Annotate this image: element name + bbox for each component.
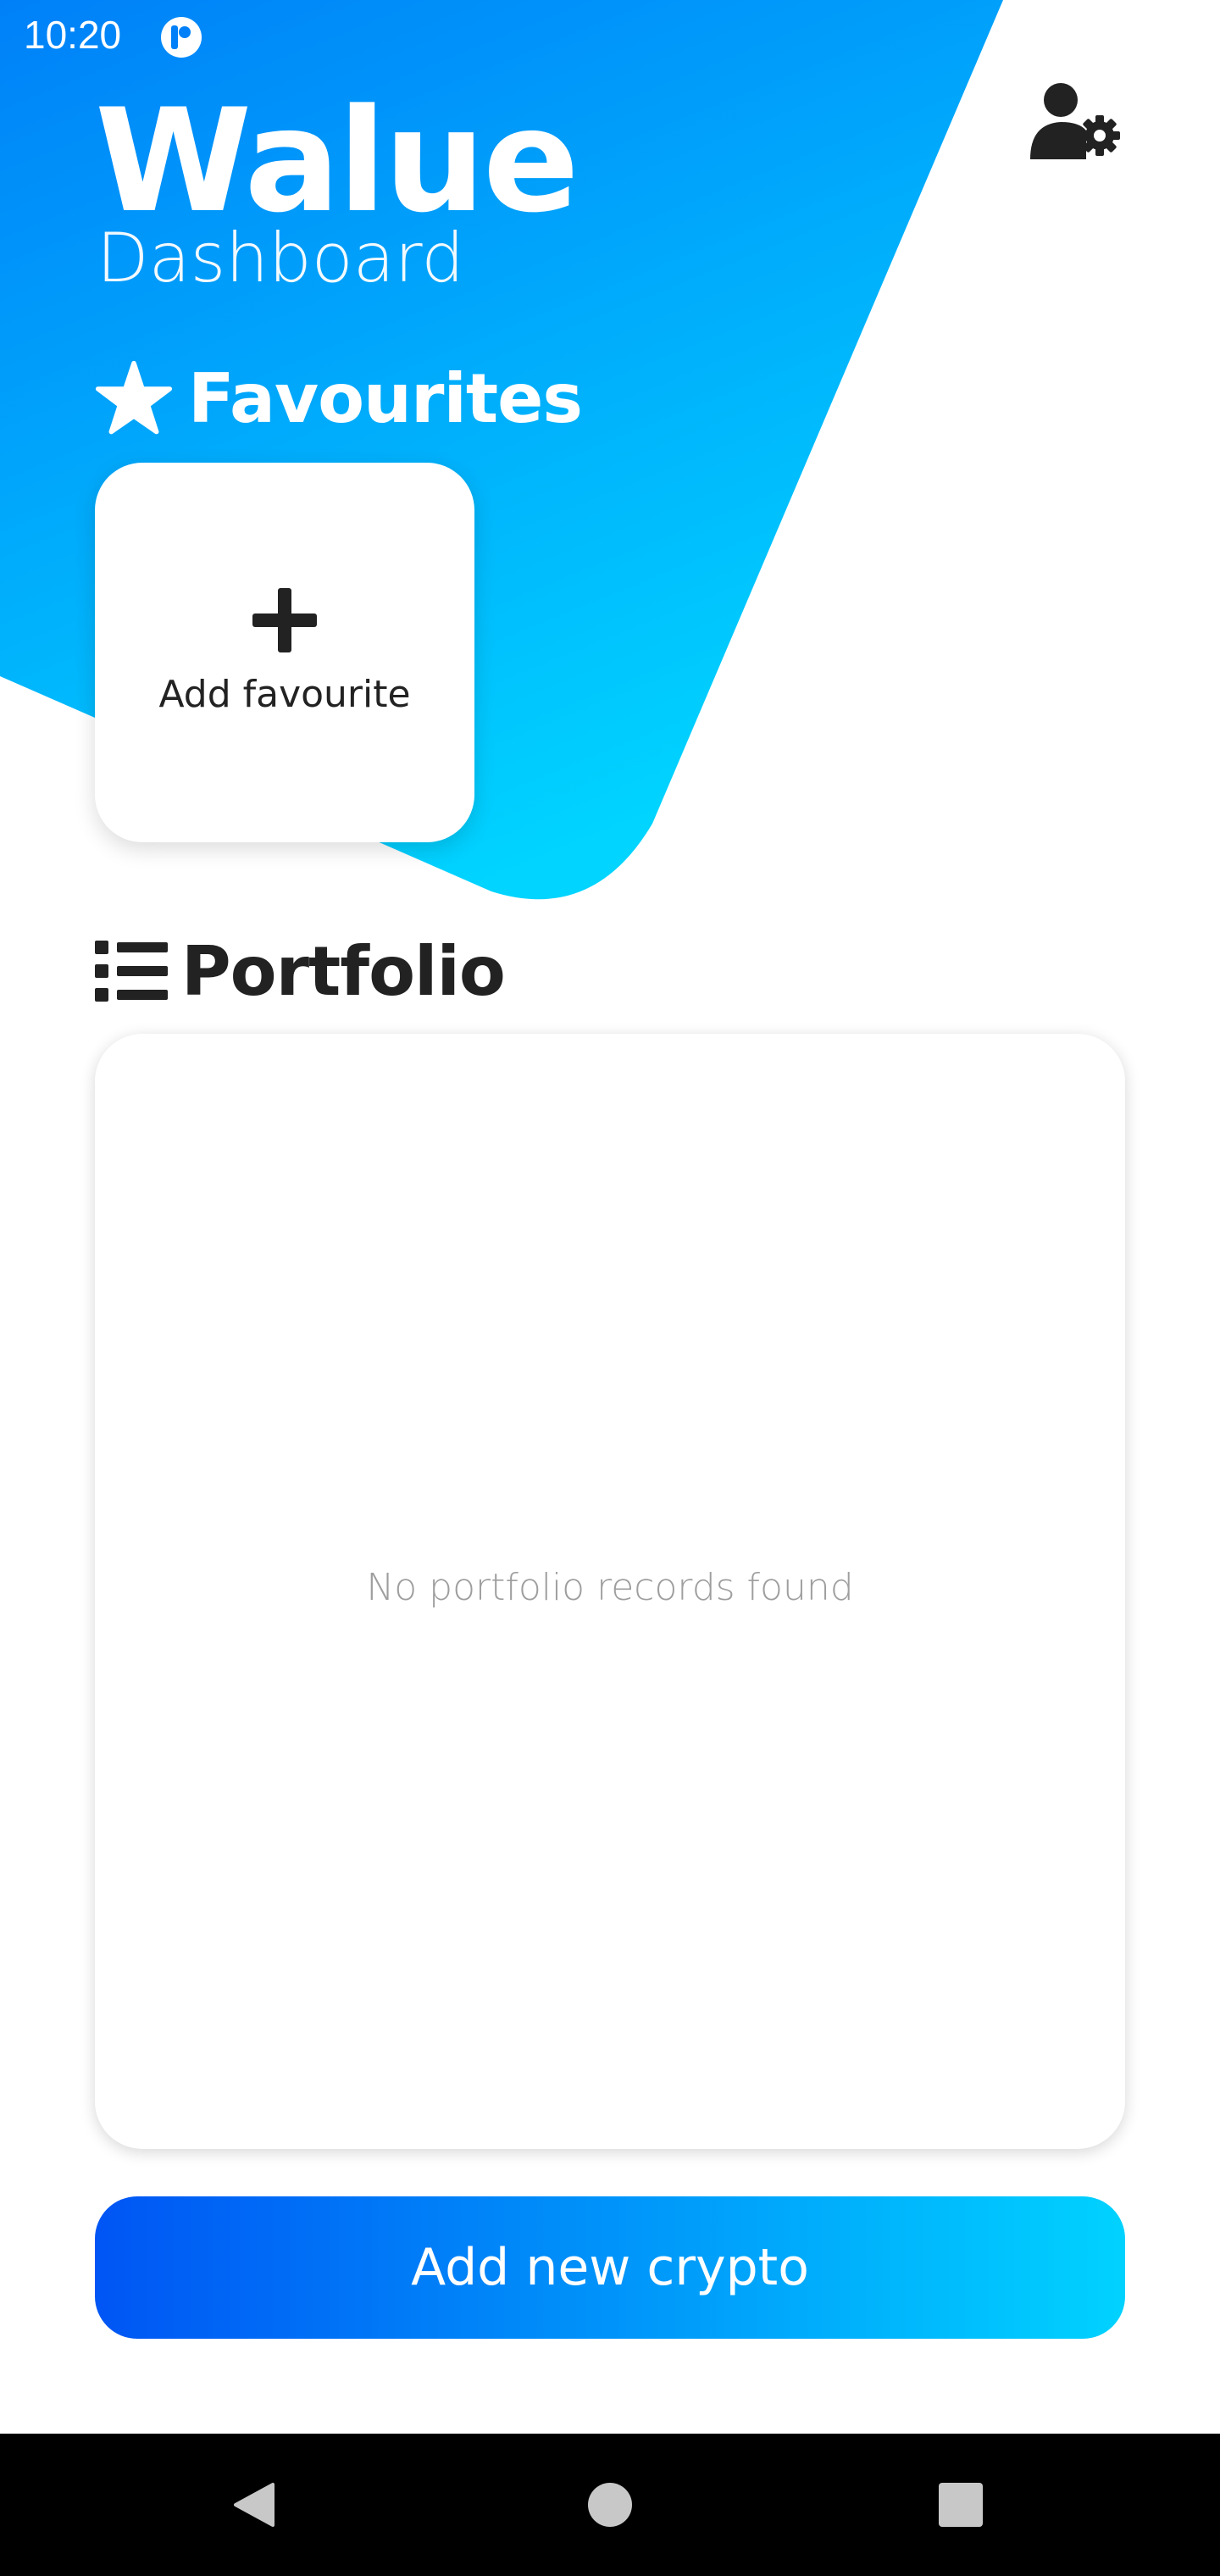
list-icon [95,941,168,1002]
notification-app-icon [161,17,202,58]
recents-square-icon [939,2483,983,2527]
system-navigation-bar [0,2434,1220,2576]
nav-back-button[interactable] [186,2434,322,2576]
star-icon [95,360,173,435]
favourites-heading-label: Favourites [188,358,583,438]
portfolio-list-card: No portfolio records found [95,1034,1125,2149]
back-triangle-icon [234,2483,274,2527]
user-settings-button[interactable] [1029,81,1123,159]
portfolio-heading-label: Portfolio [181,931,506,1011]
page-subtitle: Dashboard [97,219,465,297]
status-time: 10:20 [24,13,122,57]
portfolio-empty-message: No portfolio records found [366,1566,854,1609]
plus-icon [252,588,317,652]
nav-recents-button[interactable] [893,2434,1029,2576]
status-bar: 10:20 [0,0,1220,71]
favourites-heading: Favourites [95,356,583,441]
user-gear-icon [1030,83,1120,159]
home-circle-icon [588,2483,632,2527]
add-favourite-label: Add favourite [158,673,411,716]
add-new-crypto-button[interactable]: Add new crypto [95,2196,1125,2339]
nav-home-button[interactable] [542,2434,678,2576]
portfolio-heading: Portfolio [95,927,506,1015]
add-favourite-card[interactable]: Add favourite [95,463,474,842]
app-title: Walue [95,78,580,244]
